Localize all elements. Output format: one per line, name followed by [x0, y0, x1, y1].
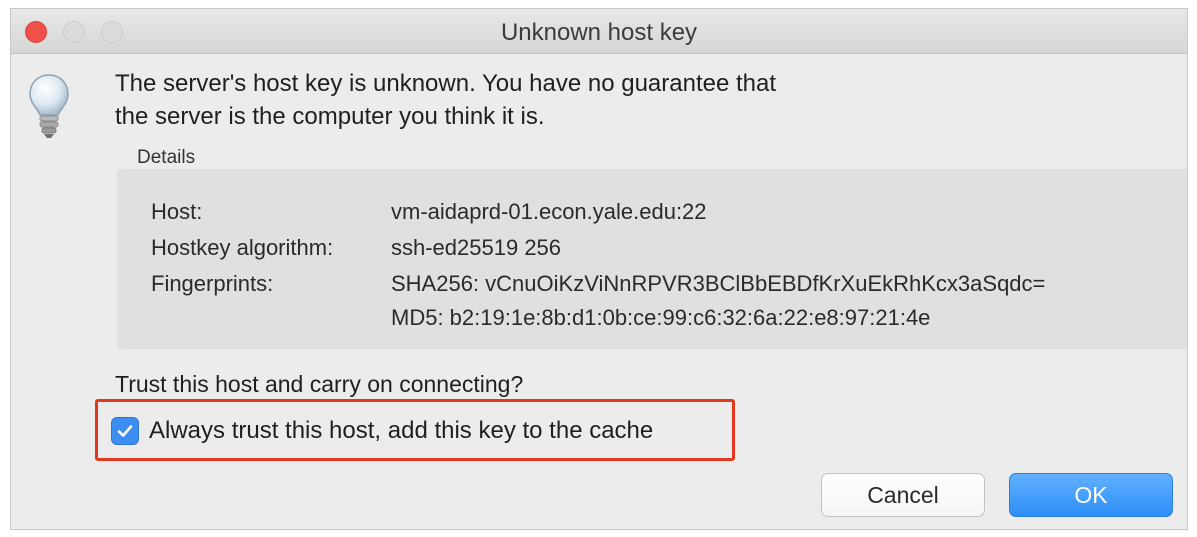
- details-value: MD5: b2:19:1e:8b:d1:0b:ce:99:c6:32:6a:22…: [391, 305, 931, 330]
- details-value: vm-aidaprd-01.econ.yale.edu:22: [391, 199, 707, 224]
- details-value: ssh-ed25519 256: [391, 235, 562, 260]
- warning-message: The server's host key is unknown. You ha…: [115, 67, 776, 133]
- details-value: SHA256: vCnuOiKzViNnRPVR3BClBbEBDfKrXuEk…: [391, 271, 1046, 296]
- trust-question: Trust this host and carry on connecting?: [115, 371, 524, 397]
- always-trust-checkbox-label[interactable]: Always trust this host, add this key to …: [149, 417, 653, 445]
- lightbulb-icon: [29, 74, 69, 138]
- checkmark-icon: [117, 425, 133, 437]
- details-key: Host:: [151, 199, 203, 224]
- details-panel: Host: vm-aidaprd-01.econ.yale.edu:22 Hos…: [117, 169, 1187, 349]
- dialog-window: Unknown host key The server's host key i…: [10, 8, 1188, 530]
- warning-message-line-1: The server's host key is unknown. You ha…: [115, 70, 777, 97]
- details-key: Hostkey algorithm:: [151, 235, 334, 260]
- warning-message-line-2: the server is the computer you think it …: [115, 103, 545, 130]
- window-title: Unknown host key: [500, 19, 698, 46]
- cancel-button[interactable]: Cancel: [821, 473, 985, 517]
- details-heading: Details: [137, 147, 196, 168]
- always-trust-checkbox-row[interactable]: Always trust this host, add this key to …: [111, 416, 653, 446]
- details-key: Fingerprints:: [151, 271, 274, 296]
- always-trust-checkbox[interactable]: [111, 417, 139, 445]
- ok-button[interactable]: OK: [1009, 473, 1173, 517]
- title-bar[interactable]: Unknown host key: [11, 9, 1187, 54]
